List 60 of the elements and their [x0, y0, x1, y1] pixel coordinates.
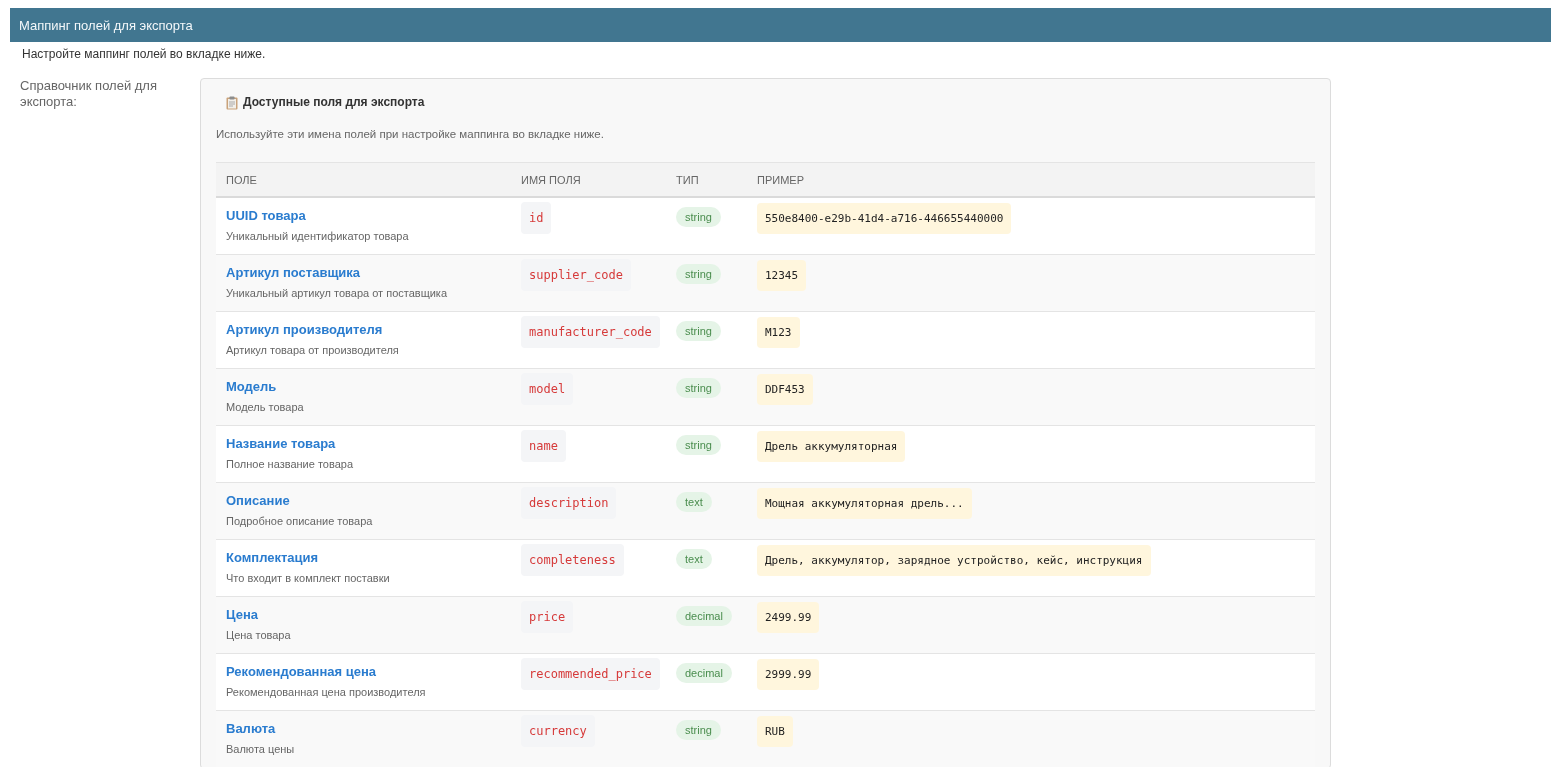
type-badge: text: [676, 492, 712, 512]
field-name-code: manufacturer_code: [521, 316, 660, 348]
field-title: Артикул поставщика: [226, 265, 361, 281]
field-name-code: supplier_code: [521, 259, 631, 291]
help-text: Настройте маппинг полей во вкладке ниже.: [21, 47, 267, 62]
field-description: Уникальный идентификатор товара: [226, 229, 409, 243]
example-value: Мощная аккумуляторная дрель...: [757, 488, 972, 519]
column-header: ТИП: [675, 173, 700, 186]
example-value: Дрель, аккумулятор, зарядное устройство, кейс, инструкция: [757, 545, 1151, 576]
type-badge: decimal: [676, 606, 732, 626]
field-title: Название товара: [226, 436, 336, 452]
field-title: Артикул производителя: [226, 322, 383, 338]
field-label: Справочник полей для экспорта:: [20, 78, 158, 110]
example-value: RUB: [757, 716, 793, 747]
example-value: DDF453: [757, 374, 813, 405]
type-badge: string: [676, 378, 721, 398]
type-badge: string: [676, 321, 721, 341]
panel-header: Маппинг полей для экспорта: [10, 8, 1551, 42]
field-name-code: price: [521, 601, 574, 633]
type-badge: string: [676, 720, 721, 740]
field-title: UUID товара: [226, 208, 306, 224]
field-title: Рекомендованная цена: [226, 664, 377, 680]
field-name-code: name: [521, 430, 566, 462]
field-name-code: id: [521, 202, 552, 234]
column-header: ПРИМЕР: [756, 173, 805, 186]
field-name-code: model: [521, 373, 574, 405]
clipboard-icon: [226, 95, 238, 110]
example-value: M123: [757, 317, 800, 348]
type-badge: string: [676, 264, 721, 284]
card-description: Используйте эти имена полей при настройке маппинга во вкладке ниже.: [216, 127, 605, 142]
example-value: 2499.99: [757, 602, 820, 633]
field-title: Модель: [226, 379, 277, 395]
card-title: Доступные поля для экспорта: [243, 95, 425, 110]
field-title: Описание: [226, 493, 290, 509]
field-name-code: recommended_price: [521, 658, 660, 690]
field-name-code: completeness: [521, 544, 624, 576]
field-title: Валюта: [226, 721, 276, 737]
field-description: Что входит в комплект поставки: [226, 571, 390, 585]
example-value: 12345: [757, 260, 807, 291]
field-description: Рекомендованная цена производителя: [226, 685, 426, 699]
column-header: ПОЛЕ: [225, 173, 258, 186]
type-badge: decimal: [676, 663, 732, 683]
example-value: Дрель аккумуляторная: [757, 431, 906, 462]
field-description: Цена товара: [226, 628, 291, 642]
type-badge: text: [676, 549, 712, 569]
field-name-code: currency: [521, 715, 595, 747]
field-title: Цена: [226, 607, 258, 623]
field-description: Подробное описание товара: [226, 514, 373, 528]
type-badge: string: [676, 435, 721, 455]
column-header: ИМЯ ПОЛЯ: [520, 173, 582, 186]
example-value: 550e8400-e29b-41d4-a716-446655440000: [757, 203, 1012, 234]
field-description: Модель товара: [226, 400, 304, 414]
field-description: Артикул товара от производителя: [226, 343, 399, 357]
field-description: Валюта цены: [226, 742, 295, 756]
field-title: Комплектация: [226, 550, 319, 566]
field-name-code: description: [521, 487, 617, 519]
field-description: Полное название товара: [226, 457, 353, 471]
field-description: Уникальный артикул товара от поставщика: [226, 286, 447, 300]
type-badge: string: [676, 207, 721, 227]
example-value: 2999.99: [757, 659, 820, 690]
